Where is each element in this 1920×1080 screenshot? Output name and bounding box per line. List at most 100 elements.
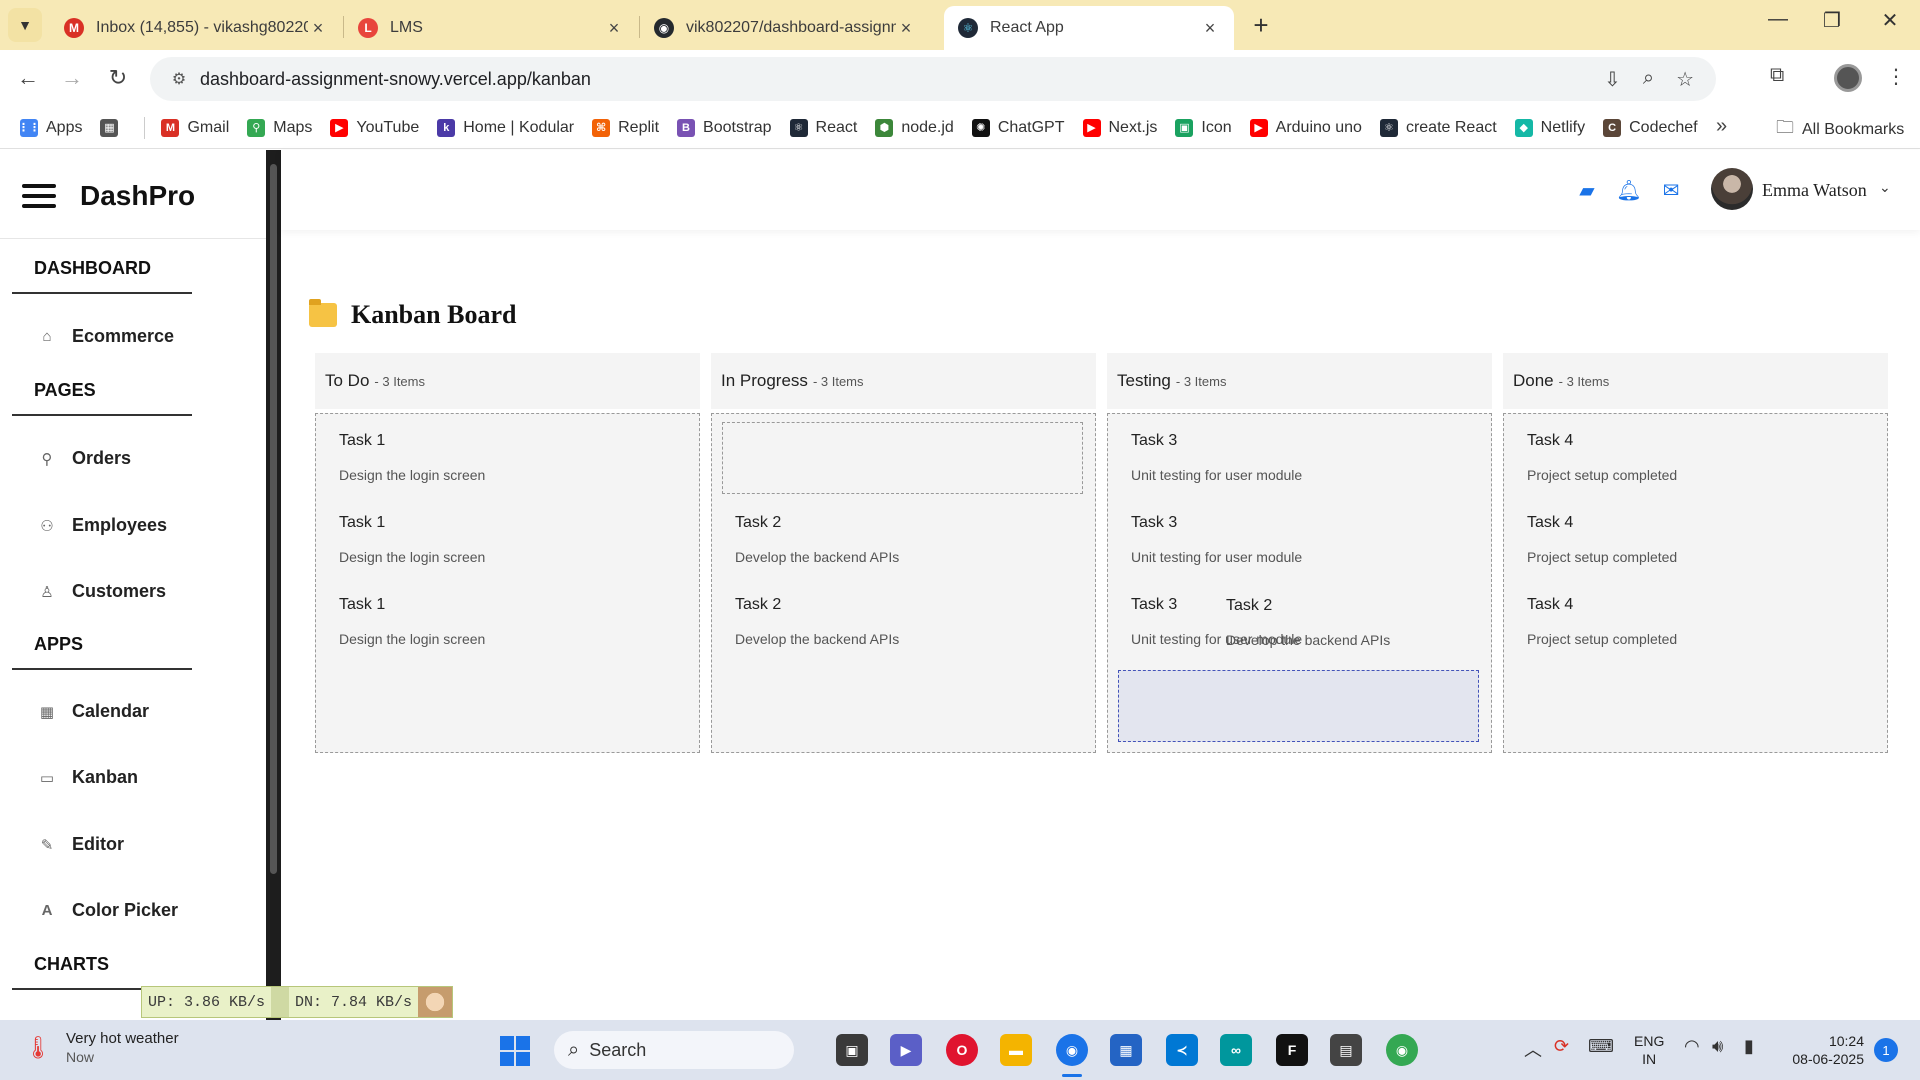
cart-icon[interactable]: ▰	[1574, 178, 1600, 203]
bell-icon[interactable]: 🔔︎	[1616, 178, 1642, 203]
task-view-icon[interactable]: ▣	[836, 1034, 868, 1066]
figma-icon[interactable]: F	[1276, 1034, 1308, 1066]
column-dropzone[interactable]: Task 1 Design the login screen Task 1 De…	[315, 413, 700, 753]
dragging-task-card[interactable]: Task 2 Develop the backend APIs	[1226, 597, 1390, 648]
task-card[interactable]: Task 1 Design the login screen	[339, 432, 485, 483]
forward-icon[interactable]: →	[56, 62, 88, 94]
column-dropzone[interactable]: Task 4 Project setup completed Task 4 Pr…	[1503, 413, 1888, 753]
task-card[interactable]: Task 4 Project setup completed	[1527, 432, 1677, 483]
task-card[interactable]: Task 2 Develop the backend APIs	[735, 596, 899, 647]
site-info-icon[interactable]: ⚙	[164, 69, 194, 89]
windows-start-icon[interactable]	[500, 1036, 530, 1066]
browser-tab-gmail[interactable]: M Inbox (14,855) - vikashg802207 ×	[50, 6, 342, 50]
file-explorer-icon[interactable]: ▬	[1000, 1034, 1032, 1066]
chevron-down-icon[interactable]: ⌄	[1879, 179, 1891, 196]
task-card[interactable]: Task 1 Design the login screen	[339, 514, 485, 565]
bookmark-icon[interactable]: ▣ Icon	[1175, 118, 1232, 137]
bookmark-bootstrap[interactable]: B Bootstrap	[677, 118, 772, 137]
user-name[interactable]: Emma Watson	[1762, 180, 1867, 201]
restore-window-icon[interactable]: ❐	[1812, 8, 1852, 33]
task-card[interactable]: Task 1 Design the login screen	[339, 596, 485, 647]
extensions-icon[interactable]: ⧉	[1770, 64, 1784, 87]
user-avatar[interactable]	[1711, 168, 1753, 210]
bookmark-apps[interactable]: ⋮⋮ Apps	[18, 118, 82, 137]
reload-icon[interactable]: ↻	[102, 62, 134, 94]
close-tab-icon[interactable]: ×	[1200, 18, 1220, 39]
close-tab-icon[interactable]: ×	[308, 18, 328, 39]
minimize-window-icon[interactable]: —	[1758, 8, 1798, 31]
task-card[interactable]: Task 2 Develop the backend APIs	[735, 514, 899, 565]
teams-icon[interactable]: ▶	[890, 1034, 922, 1066]
chrome-profile-icon[interactable]: ◉	[1386, 1034, 1418, 1066]
sidebar-item-editor[interactable]: ✎ Editor	[36, 834, 124, 855]
sidebar-item-employees[interactable]: ⚇ Employees	[36, 515, 167, 536]
install-app-icon[interactable]: ⇩	[1604, 67, 1621, 92]
language-indicator[interactable]: ENG IN	[1634, 1032, 1664, 1068]
network-speed-meter[interactable]: UP: 3.86 KB/s DN: 7.84 KB/s	[141, 986, 454, 1018]
all-bookmarks-button[interactable]: 🗀 All Bookmarks	[1776, 115, 1904, 145]
url-text[interactable]: dashboard-assignment-snowy.vercel.app/ka…	[200, 69, 1604, 90]
task-card[interactable]: Task 4 Project setup completed	[1527, 514, 1677, 565]
browser-menu-icon[interactable]: ⋮	[1886, 64, 1906, 89]
tab-search-icon[interactable]: ▼	[8, 8, 42, 42]
back-icon[interactable]: ←	[12, 62, 44, 94]
browser-tab-lms[interactable]: L LMS ×	[344, 6, 638, 50]
close-window-icon[interactable]: ✕	[1870, 8, 1910, 33]
bookmark-create-react[interactable]: ⚛ create React	[1379, 118, 1497, 137]
bookmark-netlify[interactable]: ◆ Netlify	[1514, 118, 1585, 137]
opera-icon[interactable]: O	[946, 1034, 978, 1066]
task-card[interactable]: Task 3 Unit testing for user module	[1131, 514, 1302, 565]
bookmark-home-kodular[interactable]: k Home | Kodular	[437, 118, 574, 137]
bookmark-react[interactable]: ⚛ React	[789, 118, 857, 137]
clock[interactable]: 10:24 08-06-2025	[1784, 1032, 1864, 1068]
bookmark-youtube[interactable]: ▶ YouTube	[330, 118, 419, 137]
task-card[interactable]: Task 3 Unit testing for user module	[1131, 432, 1302, 483]
column-dropzone[interactable]: Task 2 Develop the backend APIs Task 2 D…	[711, 413, 1096, 753]
sync-icon[interactable]: ⟳	[1554, 1036, 1569, 1057]
weather-widget[interactable]: 🌡︎ Very hot weather Now	[24, 1030, 179, 1065]
browser-tab-github[interactable]: ◉ vik802207/dashboard-assignme ×	[640, 6, 930, 50]
notification-badge[interactable]: 1	[1874, 1038, 1898, 1062]
new-tab-button[interactable]: +	[1246, 10, 1276, 41]
taskbar-search[interactable]: ⌕ Search	[554, 1031, 794, 1069]
brand-name[interactable]: DashPro	[80, 180, 195, 212]
scrollbar-thumb[interactable]	[270, 164, 277, 874]
sidebar-item-color-picker[interactable]: A Color Picker	[36, 900, 178, 921]
bookmark-chatgpt[interactable]: ✺ ChatGPT	[971, 118, 1065, 137]
arduino-icon[interactable]: ∞	[1220, 1034, 1252, 1066]
sidebar-item-calendar[interactable]: ▦ Calendar	[36, 701, 149, 722]
sidebar-scrollbar[interactable]	[266, 150, 281, 1020]
volume-icon[interactable]: 🔊︎	[1712, 1036, 1723, 1057]
vscode-icon[interactable]: ≺	[1166, 1034, 1198, 1066]
store-icon[interactable]: ▦	[1110, 1034, 1142, 1066]
profile-avatar-icon[interactable]	[1834, 64, 1862, 92]
bookmark-gmail[interactable]: M Gmail	[161, 118, 229, 137]
keyboard-icon[interactable]: ⌨	[1588, 1036, 1614, 1057]
sidebar-item-orders[interactable]: ⚲ Orders	[36, 448, 132, 469]
bookmark-next-js[interactable]: ▶ Next.js	[1082, 118, 1157, 137]
wifi-icon[interactable]: ◠	[1684, 1036, 1700, 1057]
browser-tab-react-app[interactable]: ⚛ React App ×	[944, 6, 1234, 50]
bookmark-grid[interactable]: ▦	[100, 118, 126, 137]
zoom-icon[interactable]: ⌕	[1643, 67, 1654, 92]
task-card[interactable]: Task 4 Project setup completed	[1527, 596, 1677, 647]
bookmark-star-icon[interactable]: ☆	[1676, 67, 1694, 92]
chrome-icon[interactable]: ◉	[1056, 1034, 1088, 1066]
more-bookmarks-icon[interactable]: »	[1716, 115, 1727, 138]
close-tab-icon[interactable]: ×	[604, 18, 624, 39]
column-dropzone[interactable]: Task 3 Unit testing for user module Task…	[1107, 413, 1492, 753]
sidebar-item-ecommerce[interactable]: ⌂ Ecommerce	[36, 326, 174, 347]
close-tab-icon[interactable]: ×	[896, 18, 916, 39]
bookmark-maps[interactable]: ⚲ Maps	[247, 118, 312, 137]
sidebar-item-kanban[interactable]: ▭ Kanban	[36, 767, 138, 788]
sidebar-item-customers[interactable]: ♙ Customers	[36, 581, 166, 602]
bookmark-arduino-uno[interactable]: ▶ Arduino uno	[1249, 118, 1362, 137]
chevron-up-icon[interactable]: ︿	[1524, 1036, 1542, 1062]
mail-icon[interactable]: ✉	[1658, 178, 1684, 203]
bookmark-replit[interactable]: ⌘ Replit	[592, 118, 659, 137]
battery-icon[interactable]: ▮	[1744, 1036, 1754, 1057]
bookmark-codechef[interactable]: C Codechef	[1603, 118, 1698, 137]
address-bar[interactable]: ⚙ dashboard-assignment-snowy.vercel.app/…	[150, 57, 1716, 101]
bookmark-node-jd[interactable]: ⬢ node.jd	[875, 118, 954, 137]
hamburger-menu-icon[interactable]	[22, 184, 56, 208]
